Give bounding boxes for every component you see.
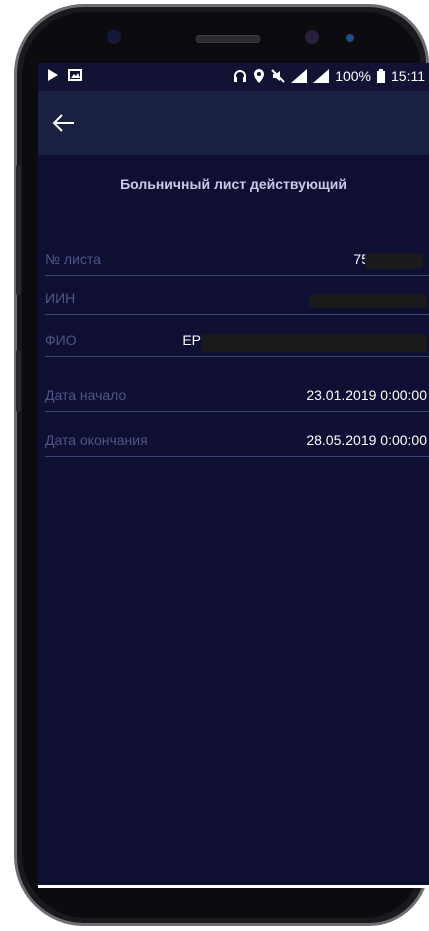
front-camera-icon bbox=[107, 30, 121, 44]
mute-icon bbox=[271, 69, 285, 83]
status-bar: 100% 15:11 bbox=[38, 63, 429, 91]
headset-icon bbox=[234, 70, 247, 82]
redaction-scribble bbox=[309, 294, 427, 308]
field-label: № листа bbox=[45, 251, 101, 267]
signal-icon bbox=[291, 69, 308, 83]
field-label: ФИО bbox=[45, 332, 77, 348]
field-value: 23.01.2019 0:00:00 bbox=[306, 387, 427, 403]
field-label: ИИН bbox=[45, 290, 76, 306]
signal-lte-icon bbox=[313, 69, 330, 83]
iris-sensor-icon bbox=[346, 34, 354, 42]
status-left-icons bbox=[48, 69, 82, 81]
play-store-icon bbox=[48, 69, 58, 81]
battery-percent: 100% bbox=[335, 68, 371, 84]
location-icon bbox=[254, 69, 265, 83]
redaction-scribble bbox=[201, 334, 427, 352]
back-arrow-icon[interactable] bbox=[50, 109, 78, 137]
app-bar bbox=[38, 91, 429, 155]
field-row-end-date: Дата окончания 28.05.2019 0:00:00 bbox=[45, 420, 429, 457]
field-value: 28.05.2019 0:00:00 bbox=[306, 432, 427, 448]
redaction-scribble bbox=[365, 253, 423, 269]
field-label: Дата начало bbox=[45, 387, 127, 403]
field-value: ЕР bbox=[182, 332, 201, 348]
screen: 100% 15:11 Больничный лист действующий №… bbox=[38, 63, 429, 885]
bixby-button bbox=[16, 350, 21, 412]
sensor-icon bbox=[305, 30, 319, 44]
gallery-icon bbox=[68, 69, 82, 81]
field-row-iin: ИИН bbox=[45, 278, 429, 315]
field-label: Дата окончания bbox=[45, 432, 148, 448]
field-row-sheet-number: № листа 75 bbox=[45, 239, 429, 276]
page-title: Больничный лист действующий bbox=[120, 176, 347, 192]
field-row-start-date: Дата начало 23.01.2019 0:00:00 bbox=[45, 375, 429, 412]
bottom-edge-highlight bbox=[38, 885, 429, 888]
status-time: 15:11 bbox=[391, 68, 425, 84]
battery-icon bbox=[377, 69, 385, 83]
status-right-icons: 100% 15:11 bbox=[233, 68, 425, 84]
earpiece-speaker bbox=[196, 35, 260, 43]
volume-button bbox=[16, 165, 21, 295]
field-row-full-name: ФИО ЕР bbox=[45, 320, 429, 357]
